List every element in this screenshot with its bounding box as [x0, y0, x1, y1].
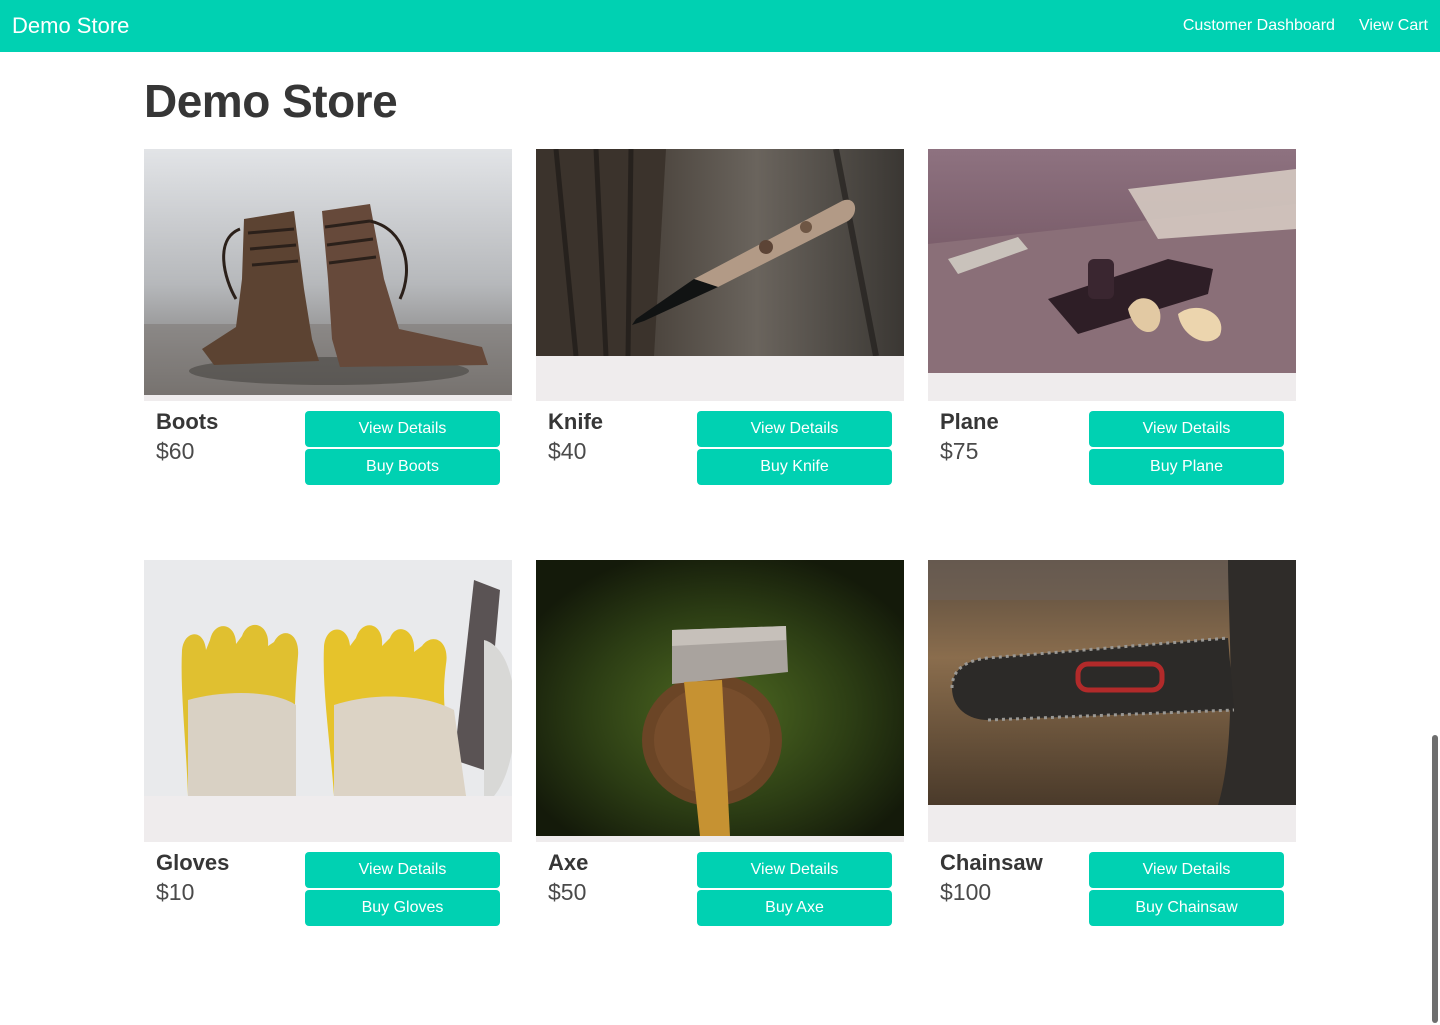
product-name: Boots — [156, 409, 219, 434]
brand-link[interactable]: Demo Store — [12, 13, 129, 39]
buy-chainsaw-button[interactable]: Buy Chainsaw — [1089, 890, 1284, 926]
view-details-button[interactable]: View Details — [305, 411, 500, 447]
nav-links: Customer Dashboard View Cart — [1183, 17, 1428, 35]
view-details-button[interactable]: View Details — [305, 852, 500, 888]
view-details-button[interactable]: View Details — [697, 852, 892, 888]
knife-photo — [536, 149, 904, 356]
product-name: Knife — [548, 409, 603, 434]
chainsaw-photo — [928, 560, 1296, 805]
product-image-frame — [144, 149, 512, 401]
product-price: $75 — [940, 438, 979, 464]
buy-boots-button[interactable]: Buy Boots — [305, 449, 500, 485]
product-price: $50 — [548, 879, 587, 905]
buy-knife-button[interactable]: Buy Knife — [697, 449, 892, 485]
product-info: Axe $50 View Details Buy Axe — [536, 842, 904, 926]
top-navbar: Demo Store Customer Dashboard View Cart — [0, 0, 1440, 52]
product-price: $10 — [156, 879, 195, 905]
view-details-button[interactable]: View Details — [697, 411, 892, 447]
product-image-frame — [928, 149, 1296, 401]
product-price: $60 — [156, 438, 195, 464]
product-image-frame — [536, 560, 904, 842]
product-image-frame — [536, 149, 904, 401]
customer-dashboard-link[interactable]: Customer Dashboard — [1183, 17, 1335, 35]
product-image-frame — [144, 560, 512, 842]
buy-plane-button[interactable]: Buy Plane — [1089, 449, 1284, 485]
product-price: $100 — [940, 879, 992, 905]
view-details-button[interactable]: View Details — [1089, 852, 1284, 888]
product-image-frame — [928, 560, 1296, 842]
axe-photo — [536, 560, 904, 836]
product-name: Chainsaw — [940, 850, 1043, 875]
buy-gloves-button[interactable]: Buy Gloves — [305, 890, 500, 926]
plane-photo — [928, 149, 1296, 373]
product-info: Gloves $10 View Details Buy Gloves — [144, 842, 512, 926]
buy-axe-button[interactable]: Buy Axe — [697, 890, 892, 926]
product-price: $40 — [548, 438, 587, 464]
product-info: Chainsaw $100 View Details Buy Chainsaw — [928, 842, 1296, 926]
boots-photo — [144, 149, 512, 395]
product-info: Boots $60 View Details Buy Boots — [144, 401, 512, 485]
page-scrollbar[interactable] — [1432, 735, 1438, 1023]
product-name: Gloves — [156, 850, 230, 875]
view-cart-link[interactable]: View Cart — [1359, 17, 1428, 35]
gloves-photo — [144, 560, 512, 796]
product-name: Plane — [940, 409, 999, 434]
product-name: Axe — [548, 850, 589, 875]
product-info: Knife $40 View Details Buy Knife — [536, 401, 904, 485]
product-info: Plane $75 View Details Buy Plane — [928, 401, 1296, 485]
page-title: Demo Store — [144, 75, 398, 127]
view-details-button[interactable]: View Details — [1089, 411, 1284, 447]
